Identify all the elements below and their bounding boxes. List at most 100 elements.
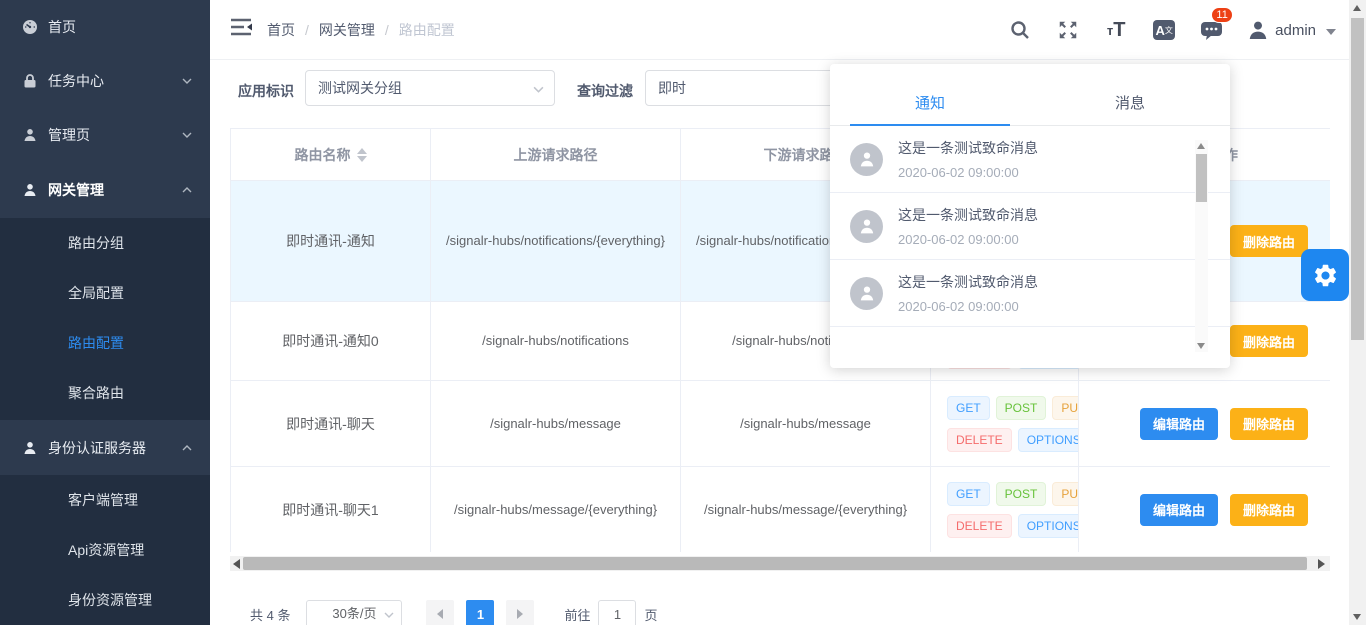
notification-list: 这是一条测试致命消息 2020-06-02 09:00:00 这是一条测试致命消… — [830, 126, 1230, 366]
sidebar-item-id-resources[interactable]: 身份资源管理 — [0, 575, 210, 625]
settings-button[interactable] — [1301, 249, 1349, 301]
delete-route-button[interactable]: 删除路由 — [1230, 494, 1308, 526]
delete-route-button[interactable]: 删除路由 — [1230, 408, 1308, 440]
method-tag: PUT — [1052, 396, 1079, 420]
scrollbar-thumb[interactable] — [243, 557, 1307, 570]
total-count: 共 4 条 — [250, 605, 290, 624]
table-row[interactable]: 即时通讯-聊天1 /signalr-hubs/message/{everythi… — [231, 467, 1330, 552]
next-page-button[interactable] — [506, 600, 534, 625]
route-name-cell: 即时通讯-通知 — [231, 181, 431, 301]
chevron-down-icon — [384, 610, 394, 620]
chevron-down-icon — [182, 130, 192, 140]
route-name-cell: 即时通讯-聊天1 — [231, 467, 431, 552]
sidebar-item-gateway[interactable]: 网关管理 — [0, 163, 210, 217]
notification-time: 2020-06-02 09:00:00 — [898, 165, 1038, 180]
downstream-cell: /signalr-hubs/message/{everything} — [681, 467, 931, 552]
method-tag: DELETE — [947, 514, 1012, 538]
delete-route-button[interactable]: 删除路由 — [1230, 325, 1308, 357]
tab-messages[interactable]: 消息 — [1030, 64, 1230, 125]
search-icon[interactable] — [1007, 17, 1033, 43]
dashboard-icon — [22, 19, 38, 35]
user-icon — [22, 440, 38, 456]
sidebar-item-label: 网关管理 — [48, 180, 104, 200]
sidebar-item-route-groups[interactable]: 路由分组 — [0, 218, 210, 268]
chevron-down-icon — [1326, 29, 1336, 35]
list-item[interactable]: 这是一条测试致命消息 2020-06-02 09:00:00 — [830, 126, 1230, 193]
app-root: 首页 任务中心 管理页 网关管理 — [0, 0, 1366, 625]
sidebar: 首页 任务中心 管理页 网关管理 — [0, 0, 210, 625]
scrollbar-thumb[interactable] — [1196, 154, 1207, 202]
sidebar-item-admin-pages[interactable]: 管理页 — [0, 108, 210, 162]
edit-route-button[interactable]: 编辑路由 — [1140, 408, 1218, 440]
sidebar-item-api-resources[interactable]: Api资源管理 — [0, 525, 210, 575]
message-count-badge: 11 — [1211, 7, 1233, 23]
prev-page-button[interactable] — [426, 600, 454, 625]
notification-title: 这是一条测试致命消息 — [898, 205, 1038, 225]
breadcrumb-current: 路由配置 — [399, 20, 455, 40]
topbar-actions: тT A文 11 admin — [1007, 0, 1336, 60]
breadcrumb-gateway[interactable]: 网关管理 — [319, 20, 375, 40]
translate-icon[interactable]: A文 — [1151, 17, 1177, 43]
upstream-cell: /signalr-hubs/message/{everything} — [431, 467, 681, 552]
delete-route-button[interactable]: 删除路由 — [1230, 225, 1308, 257]
fullscreen-icon[interactable] — [1055, 17, 1081, 43]
sidebar-item-aggregate-routes[interactable]: 聚合路由 — [0, 368, 210, 418]
avatar — [850, 277, 883, 310]
upstream-cell: /signalr-hubs/notifications — [431, 302, 681, 380]
page-scrollbar[interactable] — [1349, 0, 1366, 625]
pagination: 共 4 条 30条/页 1 前往 页 — [250, 600, 658, 625]
tab-notifications[interactable]: 通知 — [830, 64, 1030, 125]
table-horizontal-scrollbar[interactable] — [230, 556, 1330, 571]
goto-label: 前往 — [564, 605, 590, 624]
sort-icon[interactable] — [357, 148, 367, 162]
chevron-up-icon — [182, 185, 192, 195]
query-filter-label: 查询过滤 — [577, 81, 633, 101]
notification-time: 2020-06-02 09:00:00 — [898, 299, 1038, 314]
sidebar-item-home[interactable]: 首页 — [0, 0, 210, 54]
downstream-cell: /signalr-hubs/message — [681, 381, 931, 466]
col-header-upstream: 上游请求路径 — [431, 129, 681, 181]
username: admin — [1275, 22, 1316, 39]
sidebar-item-global-config[interactable]: 全局配置 — [0, 268, 210, 318]
sidebar-submenu-gateway: 路由分组 全局配置 路由配置 聚合路由 — [0, 218, 210, 420]
breadcrumb-home[interactable]: 首页 — [267, 20, 295, 40]
chevron-down-icon — [533, 84, 544, 95]
upstream-cell: /signalr-hubs/notifications/{everything} — [431, 181, 681, 301]
scroll-down-icon[interactable] — [1353, 614, 1361, 620]
font-size-icon[interactable]: тT — [1103, 17, 1129, 43]
goto-page-input[interactable] — [598, 600, 636, 625]
notification-time: 2020-06-02 09:00:00 — [898, 232, 1038, 247]
messages-icon[interactable]: 11 — [1199, 17, 1225, 43]
method-tag: DELETE — [947, 428, 1012, 452]
list-item[interactable]: 这是一条测试致命消息 2020-06-02 09:00:00 — [830, 260, 1230, 327]
sidebar-item-label: 任务中心 — [48, 71, 104, 91]
method-tag: PUT — [1052, 482, 1079, 506]
scroll-up-icon[interactable] — [1353, 5, 1361, 11]
scroll-right-icon[interactable] — [1318, 559, 1325, 569]
scroll-left-icon[interactable] — [233, 559, 240, 569]
col-header-route-name[interactable]: 路由名称 — [231, 129, 431, 181]
sidebar-item-identity-server[interactable]: 身份认证服务器 — [0, 420, 210, 475]
popup-scrollbar[interactable] — [1195, 140, 1208, 352]
app-group-select[interactable]: 测试网关分组 — [305, 70, 555, 106]
sidebar-item-tasks[interactable]: 任务中心 — [0, 54, 210, 108]
sidebar-collapse-icon[interactable] — [228, 14, 256, 42]
sidebar-item-client-mgmt[interactable]: 客户端管理 — [0, 475, 210, 525]
page-size-select[interactable]: 30条/页 — [306, 600, 402, 625]
avatar — [850, 210, 883, 243]
methods-cell: GETPOSTPUT DELETEOPTIONS — [931, 381, 1079, 466]
edit-route-button[interactable]: 编辑路由 — [1140, 494, 1218, 526]
actions-cell: 编辑路由 删除路由 — [1079, 467, 1330, 552]
current-page-button[interactable]: 1 — [466, 600, 494, 625]
method-tag: GET — [947, 482, 990, 506]
sidebar-item-route-config[interactable]: 路由配置 — [0, 318, 210, 368]
method-tag: POST — [996, 482, 1047, 506]
sidebar-submenu-identity: 客户端管理 Api资源管理 身份资源管理 — [0, 475, 210, 625]
scrollbar-thumb[interactable] — [1351, 18, 1364, 340]
table-row[interactable]: 即时通讯-聊天 /signalr-hubs/message /signalr-h… — [231, 381, 1330, 467]
scroll-down-icon[interactable] — [1197, 343, 1205, 349]
list-item[interactable]: 这是一条测试致命消息 2020-06-02 09:00:00 — [830, 193, 1230, 260]
scroll-up-icon[interactable] — [1197, 143, 1205, 149]
user-menu[interactable]: admin — [1247, 19, 1336, 41]
breadcrumb: 首页 / 网关管理 / 路由配置 — [267, 20, 455, 40]
